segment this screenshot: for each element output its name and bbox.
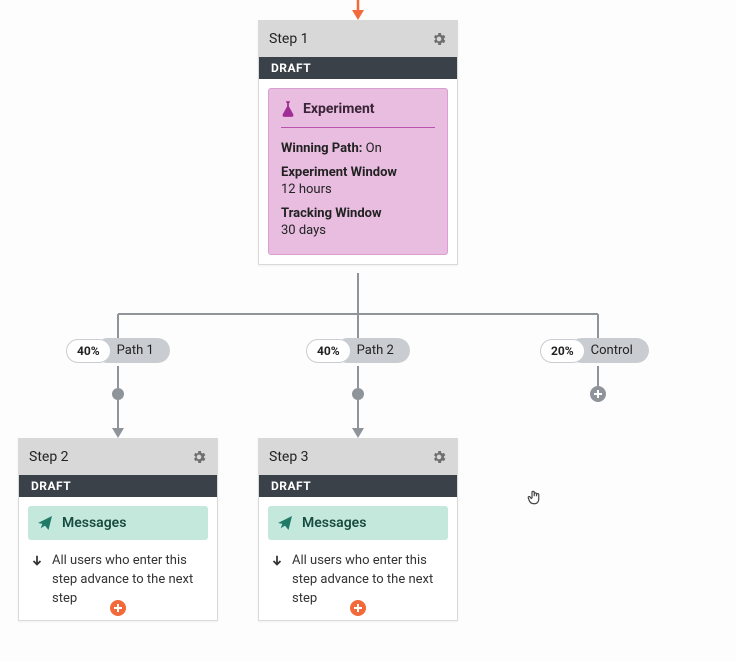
step-2-messages-label: Messages <box>62 515 126 531</box>
winning-path-value: On <box>366 141 382 156</box>
path-2-percent: 40% <box>306 339 351 363</box>
step-2-card[interactable]: Step 2 DRAFT Messages All users who ente… <box>18 438 218 621</box>
down-arrow-icon <box>30 554 44 568</box>
step-1-card[interactable]: Step 1 DRAFT Experiment Winning Path: On… <box>258 20 458 265</box>
step-2-add-button[interactable] <box>110 600 126 616</box>
control-pill[interactable]: 20% Control <box>540 338 649 363</box>
step-3-advance-text: All users who enter this step advance to… <box>292 552 446 609</box>
experiment-heading: Experiment <box>303 101 375 117</box>
step-3-title: Step 3 <box>269 449 309 465</box>
step-1-status: DRAFT <box>259 57 457 79</box>
step-2-title: Step 2 <box>29 449 69 465</box>
step-2-status: DRAFT <box>19 475 217 497</box>
experiment-box[interactable]: Experiment Winning Path: On Experiment W… <box>268 88 448 255</box>
down-arrow-icon <box>270 554 284 568</box>
paper-plane-icon <box>38 516 52 530</box>
gear-icon[interactable] <box>191 449 207 465</box>
paper-plane-icon <box>278 516 292 530</box>
step-3-add-button[interactable] <box>350 600 366 616</box>
control-percent: 20% <box>540 339 585 363</box>
step-2-messages[interactable]: Messages <box>28 506 208 540</box>
winning-path-label: Winning Path: <box>281 141 362 156</box>
step-3-card[interactable]: Step 3 DRAFT Messages All users who ente… <box>258 438 458 621</box>
step-1-title: Step 1 <box>269 31 309 47</box>
flask-icon <box>281 101 295 117</box>
control-add-button[interactable] <box>590 386 606 402</box>
step-2-header[interactable]: Step 2 <box>19 439 217 475</box>
step-3-messages-label: Messages <box>302 515 366 531</box>
experiment-window-label: Experiment Window <box>281 164 435 182</box>
gear-icon[interactable] <box>431 449 447 465</box>
step-3-status: DRAFT <box>259 475 457 497</box>
hand-cursor-icon <box>526 488 544 506</box>
step-1-header[interactable]: Step 1 <box>259 21 457 57</box>
tracking-window-value: 30 days <box>281 222 435 240</box>
experiment-window-value: 12 hours <box>281 181 435 199</box>
step-3-header[interactable]: Step 3 <box>259 439 457 475</box>
gear-icon[interactable] <box>431 31 447 47</box>
step-3-messages[interactable]: Messages <box>268 506 448 540</box>
step-2-advance-text: All users who enter this step advance to… <box>52 552 206 609</box>
path-2-node[interactable] <box>352 388 364 400</box>
tracking-window-label: Tracking Window <box>281 205 435 223</box>
path-2-pill[interactable]: 40% Path 2 <box>306 338 410 363</box>
path-1-percent: 40% <box>66 339 111 363</box>
path-1-pill[interactable]: 40% Path 1 <box>66 338 170 363</box>
path-1-node[interactable] <box>112 388 124 400</box>
